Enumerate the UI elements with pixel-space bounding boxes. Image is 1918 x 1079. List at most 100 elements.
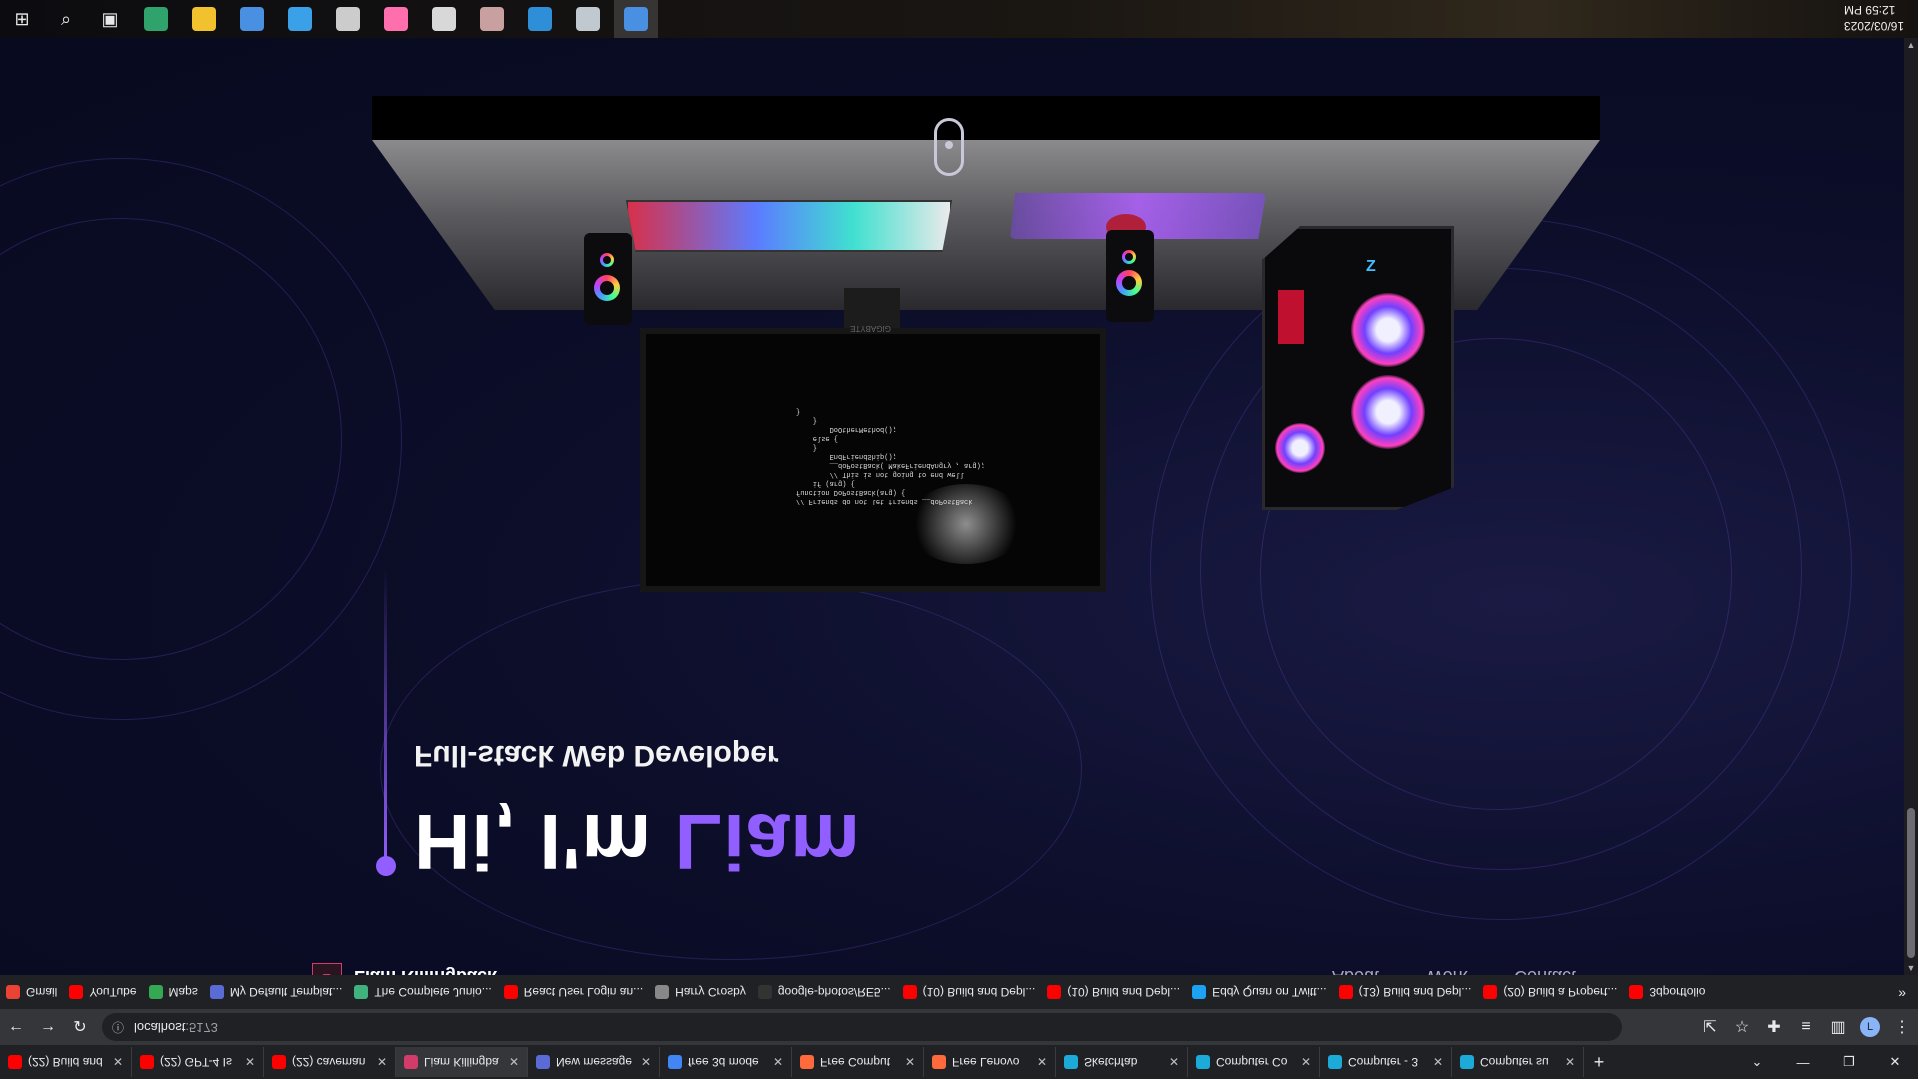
task-view-icon[interactable]: ▣ <box>88 0 132 38</box>
chrome-icon[interactable] <box>614 0 658 38</box>
address-bar[interactable]: ⓘ localhost:5173 <box>102 1013 1622 1041</box>
hero-greeting: Hi, I'm <box>414 798 675 886</box>
bookmark-label: (10) Build and Depl... <box>922 985 1036 999</box>
bookmark-favicon-icon <box>354 985 369 999</box>
bookmark-item[interactable]: (10) Build and Depl... <box>902 985 1036 999</box>
tab-favicon-icon <box>932 1055 946 1069</box>
tab-close-icon[interactable]: ✕ <box>1433 1055 1443 1069</box>
steam-icon-glyph <box>576 7 600 31</box>
nav-link-work[interactable]: Work <box>1426 966 1468 975</box>
tab-close-icon[interactable]: ✕ <box>905 1055 915 1069</box>
tab-favicon-icon <box>140 1055 154 1069</box>
bookmark-item[interactable]: YouTube <box>69 985 137 999</box>
browser-tab[interactable]: Free Lenovo ✕ <box>924 1047 1056 1077</box>
tab-title: free 3d mode <box>688 1055 759 1069</box>
browser-tab[interactable]: Computer - 3 ✕ <box>1320 1047 1452 1077</box>
side-panel-icon[interactable]: ▥ <box>1822 1011 1854 1043</box>
tab-close-icon[interactable]: ✕ <box>1169 1055 1179 1069</box>
tab-close-icon[interactable]: ✕ <box>1301 1055 1311 1069</box>
speaker-woofer <box>594 275 620 301</box>
bookmark-star-icon[interactable]: ☆ <box>1726 1011 1758 1043</box>
bookmark-label: Eddy Quan on Twitt... <box>1212 985 1327 999</box>
browser-tab[interactable]: Sketchfab ✕ <box>1056 1047 1188 1077</box>
bookmark-label: React User Login an... <box>523 985 644 999</box>
bookmark-item[interactable]: 3dportfolio <box>1629 985 1705 999</box>
site-brand-name[interactable]: Liam Killingback <box>354 966 497 975</box>
new-tab-button[interactable]: + <box>1584 1052 1614 1073</box>
profile-avatar[interactable]: L <box>1854 1011 1886 1043</box>
browser-tab[interactable]: Computer Co ✕ <box>1188 1047 1320 1077</box>
menu-icon[interactable]: ⋮ <box>1886 1011 1918 1043</box>
restore-icon[interactable]: ❐ <box>1826 1045 1872 1079</box>
scroll-up-icon[interactable]: ▲ <box>1904 40 1918 50</box>
browser-tab[interactable]: Computer su ✕ <box>1452 1047 1584 1077</box>
bookmarks-overflow-icon[interactable]: » <box>1898 984 1906 1000</box>
page-scrollbar[interactable]: ▲ ▼ <box>1904 38 1918 975</box>
tab-search-icon[interactable]: ⌄ <box>1734 1045 1780 1079</box>
os-taskbar: ⊞ ⌕ ▣ 16/03/2023 12:59 PM <box>0 0 1918 38</box>
bookmark-item[interactable]: React User Login an... <box>503 985 644 999</box>
bookmark-favicon-icon <box>1192 985 1207 999</box>
extensions-icon[interactable]: ✚ <box>1758 1011 1790 1043</box>
tab-close-icon[interactable]: ✕ <box>1565 1055 1575 1069</box>
tab-title: (22) caveman <box>292 1055 366 1069</box>
hero-accent-dot <box>376 856 396 876</box>
scroll-indicator[interactable] <box>934 118 964 176</box>
bookmark-favicon-icon <box>655 985 670 999</box>
tab-close-icon[interactable]: ✕ <box>113 1055 123 1069</box>
mail-icon[interactable] <box>278 0 322 38</box>
bookmark-item[interactable]: The Complete Junio... <box>354 985 492 999</box>
bookmark-item[interactable]: Maps <box>148 985 198 999</box>
site-logo[interactable]: L <box>312 963 342 975</box>
back-icon[interactable]: ← <box>0 1011 32 1043</box>
close-window-icon[interactable]: ✕ <box>1872 1045 1918 1079</box>
chrome-icon-glyph <box>624 7 648 31</box>
bookmark-item[interactable]: google-photos/RE5... <box>757 985 891 999</box>
bookmark-item[interactable]: My Default Templat... <box>209 985 342 999</box>
nav-link-contact[interactable]: Contact <box>1514 966 1576 975</box>
reload-icon[interactable]: ↻ <box>64 1011 96 1043</box>
photo-app-icon[interactable] <box>470 0 514 38</box>
store-icon[interactable] <box>230 0 274 38</box>
browser-tab[interactable]: (22) GPT-4 Is ✕ <box>132 1047 264 1077</box>
bookmark-item[interactable]: Harry Crosby <box>655 985 746 999</box>
bookmark-item[interactable]: Gmail <box>6 985 57 999</box>
minimize-icon[interactable]: — <box>1780 1045 1826 1079</box>
bookmark-item[interactable]: (13) Build and Depl... <box>1338 985 1471 999</box>
scroll-down-icon[interactable]: ▼ <box>1904 963 1918 973</box>
browser-tab[interactable]: (22) Build and ✕ <box>0 1047 132 1077</box>
search-icon[interactable]: ⌕ <box>44 0 88 38</box>
site-info-icon[interactable]: ⓘ <box>112 1019 124 1036</box>
m-app-icon[interactable] <box>326 0 370 38</box>
scrollbar-thumb[interactable] <box>1907 808 1915 958</box>
bookmark-item[interactable]: (20) Build a Propert... <box>1483 985 1617 999</box>
tab-close-icon[interactable]: ✕ <box>1037 1055 1047 1069</box>
tab-close-icon[interactable]: ✕ <box>509 1055 519 1069</box>
browser-tab[interactable]: Liam Killingba ✕ <box>396 1047 528 1077</box>
browser-tab[interactable]: New message ✕ <box>528 1047 660 1077</box>
share-icon[interactable]: ⇱ <box>1694 1011 1726 1043</box>
browser-tab[interactable]: Free Comput ✕ <box>792 1047 924 1077</box>
tab-close-icon[interactable]: ✕ <box>245 1055 255 1069</box>
windows-start-icon[interactable]: ⊞ <box>0 0 44 38</box>
bookmark-item[interactable]: Eddy Quan on Twitt... <box>1192 985 1327 999</box>
browser-tab[interactable]: free 3d mode ✕ <box>660 1047 792 1077</box>
bookmark-label: Harry Crosby <box>675 985 746 999</box>
vscode-icon[interactable] <box>518 0 562 38</box>
reading-list-icon[interactable]: ≡ <box>1790 1011 1822 1043</box>
word-icon[interactable] <box>422 0 466 38</box>
edge-icon[interactable] <box>134 0 178 38</box>
tab-close-icon[interactable]: ✕ <box>377 1055 387 1069</box>
tab-favicon-icon <box>536 1055 550 1069</box>
nav-link-about[interactable]: About <box>1332 966 1379 975</box>
steam-icon[interactable] <box>566 0 610 38</box>
browser-tab[interactable]: (22) caveman ✕ <box>264 1047 396 1077</box>
tab-close-icon[interactable]: ✕ <box>641 1055 651 1069</box>
pink-app-icon[interactable] <box>374 0 418 38</box>
file-explorer-icon[interactable] <box>182 0 226 38</box>
forward-icon[interactable]: → <box>32 1011 64 1043</box>
tab-close-icon[interactable]: ✕ <box>773 1055 783 1069</box>
bookmark-label: 3dportfolio <box>1649 985 1706 999</box>
system-clock[interactable]: 16/03/2023 12:59 PM <box>1844 2 1904 34</box>
bookmark-item[interactable]: (10) Build and Depl... <box>1047 985 1180 999</box>
